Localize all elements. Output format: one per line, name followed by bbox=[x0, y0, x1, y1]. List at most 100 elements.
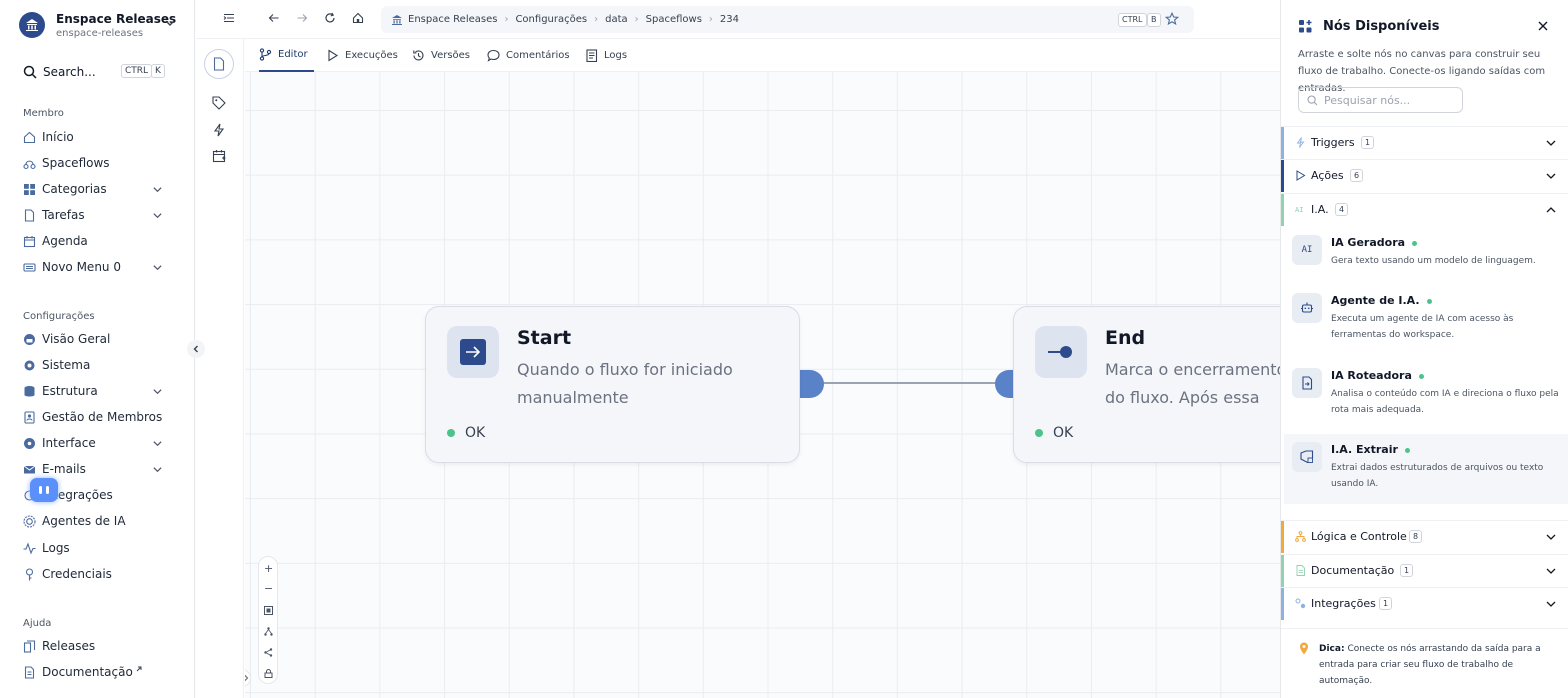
breadcrumb-item[interactable]: Enspace Releases bbox=[408, 14, 497, 25]
external-link-icon bbox=[136, 666, 142, 672]
sidebar-item-emails[interactable]: E-mails bbox=[23, 460, 168, 478]
app-root: Enspace Releases enspace-releases Search… bbox=[0, 0, 1568, 698]
chevron-down-icon bbox=[1546, 140, 1556, 146]
tab-versoes[interactable]: Versões bbox=[412, 39, 470, 72]
sidebar-item-tarefas[interactable]: Tarefas bbox=[23, 206, 168, 224]
node-item-description: Extrai dados estruturados de arquivos ou… bbox=[1331, 463, 1544, 489]
tab-comentarios[interactable]: Comentários bbox=[487, 39, 570, 72]
flow-canvas[interactable]: Start Quando o fluxo for iniciado manual… bbox=[245, 72, 1280, 698]
lightning-icon[interactable] bbox=[212, 123, 226, 137]
node-item-ia-extrair[interactable]: I.A. Extrair Extrai dados estruturados d… bbox=[1284, 434, 1568, 504]
sidebar-item-agenda[interactable]: Agenda bbox=[23, 232, 168, 250]
sidebar-item-label: Credenciais bbox=[42, 567, 112, 581]
category-documentacao[interactable]: Documentação 1 bbox=[1281, 554, 1568, 587]
router-icon bbox=[1292, 368, 1322, 398]
sidebar-item-credenciais[interactable]: Credenciais bbox=[23, 565, 168, 583]
sidebar-item-gestao-membros[interactable]: Gestão de Membros bbox=[23, 408, 168, 426]
flow-edge[interactable] bbox=[818, 382, 1004, 384]
tab-logs[interactable]: Logs bbox=[585, 39, 627, 72]
category-logica-controle[interactable]: Lógica e Controle 8 bbox=[1281, 520, 1568, 553]
start-output-port[interactable] bbox=[800, 370, 824, 398]
chevron-down-icon bbox=[1546, 601, 1556, 607]
category-count: 4 bbox=[1335, 203, 1349, 216]
refresh-icon[interactable] bbox=[324, 12, 336, 24]
tab-editor[interactable]: Editor bbox=[259, 39, 314, 72]
start-node[interactable]: Start Quando o fluxo for iniciado manual… bbox=[425, 306, 800, 463]
expand-panel-button[interactable] bbox=[245, 669, 251, 687]
status-dot bbox=[1426, 298, 1432, 304]
arrow-left-icon[interactable] bbox=[268, 12, 280, 24]
sidebar-item-label: Agenda bbox=[42, 234, 88, 248]
tab-execucoes[interactable]: Execuções bbox=[326, 39, 398, 72]
category-integracoes[interactable]: Integrações 1 bbox=[1281, 587, 1568, 620]
nodes-panel: Nós Disponíveis Arraste e solte nós no c… bbox=[1280, 0, 1568, 698]
node-item-description: Gera texto usando um modelo de linguagem… bbox=[1331, 256, 1536, 266]
chevron-up-icon bbox=[1546, 206, 1556, 212]
section-title-config: Configurações bbox=[23, 311, 95, 322]
tag-icon[interactable] bbox=[212, 96, 226, 110]
category-label: Triggers bbox=[1311, 136, 1355, 149]
category-triggers[interactable]: Triggers 1 bbox=[1281, 126, 1568, 159]
sidebar-item-logs[interactable]: Logs bbox=[23, 539, 168, 557]
sidebar-item-categorias[interactable]: Categorias bbox=[23, 180, 168, 198]
sidebar-item-releases[interactable]: Releases bbox=[23, 637, 168, 655]
category-label: Integrações bbox=[1311, 597, 1376, 610]
chevron-down-icon bbox=[153, 187, 162, 193]
sidebar-item-interface[interactable]: Interface bbox=[23, 434, 168, 452]
breadcrumb-item[interactable]: data bbox=[605, 14, 628, 25]
panel-title: Nós Disponíveis bbox=[1323, 19, 1440, 34]
home-icon bbox=[23, 131, 36, 143]
node-item-title-text: Agente de I.A. bbox=[1331, 294, 1420, 307]
category-label: Lógica e Controle bbox=[1311, 530, 1407, 543]
lock-button[interactable] bbox=[264, 669, 273, 678]
category-acoes[interactable]: Ações 6 bbox=[1281, 159, 1568, 192]
menu-lines-icon[interactable] bbox=[223, 12, 235, 24]
sidebar-item-novo-menu[interactable]: Novo Menu 0 bbox=[23, 258, 168, 276]
node-item-ia-roteadora[interactable]: IA Roteadora Analisa o conteúdo com IA e… bbox=[1284, 366, 1568, 436]
page-tool-button[interactable] bbox=[204, 49, 234, 79]
sidebar-item-documentacao[interactable]: Documentação bbox=[23, 663, 168, 681]
hierarchy-icon bbox=[264, 627, 273, 636]
zoom-out-button[interactable]: − bbox=[264, 583, 273, 594]
share-button[interactable] bbox=[264, 648, 273, 657]
gear-icon bbox=[24, 360, 35, 370]
node-item-agente-ia[interactable]: Agente de I.A. Executa um agente de IA c… bbox=[1284, 291, 1568, 361]
category-label: I.A. bbox=[1311, 203, 1329, 216]
sidebar-item-inicio[interactable]: Início bbox=[23, 128, 168, 146]
zoom-in-button[interactable]: + bbox=[264, 563, 273, 574]
sidebar-item-label: Sistema bbox=[42, 358, 91, 372]
sidebar-item-label: Releases bbox=[42, 639, 96, 653]
sidebar-item-agentes-ia[interactable]: Agentes de IA bbox=[23, 512, 168, 530]
breadcrumb-item[interactable]: Spaceflows bbox=[646, 14, 702, 25]
auto-layout-button[interactable] bbox=[264, 627, 273, 636]
keyboard-icon bbox=[23, 262, 36, 272]
sidebar-item-spaceflows[interactable]: Spaceflows bbox=[23, 154, 168, 172]
category-accent bbox=[1281, 194, 1284, 226]
category-ia[interactable]: AI I.A. 4 bbox=[1281, 193, 1568, 226]
home-icon[interactable] bbox=[352, 12, 364, 24]
breadcrumb-item[interactable]: Configurações bbox=[515, 14, 587, 25]
status-dot bbox=[1035, 429, 1043, 437]
mail-icon bbox=[23, 465, 36, 473]
node-search-input[interactable] bbox=[1324, 93, 1454, 107]
calendar-icon bbox=[23, 235, 36, 247]
end-node[interactable]: End Marca o encerramento do fluxo. Após … bbox=[1013, 306, 1280, 463]
sidebar-collapse-button[interactable] bbox=[187, 340, 205, 358]
calendar-plus-icon[interactable] bbox=[212, 149, 226, 163]
assistant-bubble-icon[interactable] bbox=[30, 478, 58, 502]
fit-view-button[interactable] bbox=[264, 606, 273, 615]
node-search-field[interactable] bbox=[1298, 87, 1463, 113]
workspace-switcher[interactable]: Enspace Releases enspace-releases bbox=[19, 11, 184, 41]
chevron-down-icon bbox=[1546, 568, 1556, 574]
chevron-down-icon bbox=[1546, 534, 1556, 540]
arrow-right-icon[interactable] bbox=[296, 12, 308, 24]
status-dot bbox=[1418, 373, 1424, 379]
sidebar-item-sistema[interactable]: Sistema bbox=[23, 356, 168, 374]
star-icon[interactable] bbox=[1165, 12, 1179, 26]
chevron-down-icon bbox=[165, 20, 175, 26]
close-icon[interactable] bbox=[1537, 20, 1549, 32]
node-item-title: I.A. Extrair bbox=[1331, 443, 1410, 456]
sidebar-item-estrutura[interactable]: Estrutura bbox=[23, 382, 168, 400]
sidebar-item-visao-geral[interactable]: Visão Geral bbox=[23, 330, 168, 348]
breadcrumb-separator: › bbox=[708, 14, 713, 25]
